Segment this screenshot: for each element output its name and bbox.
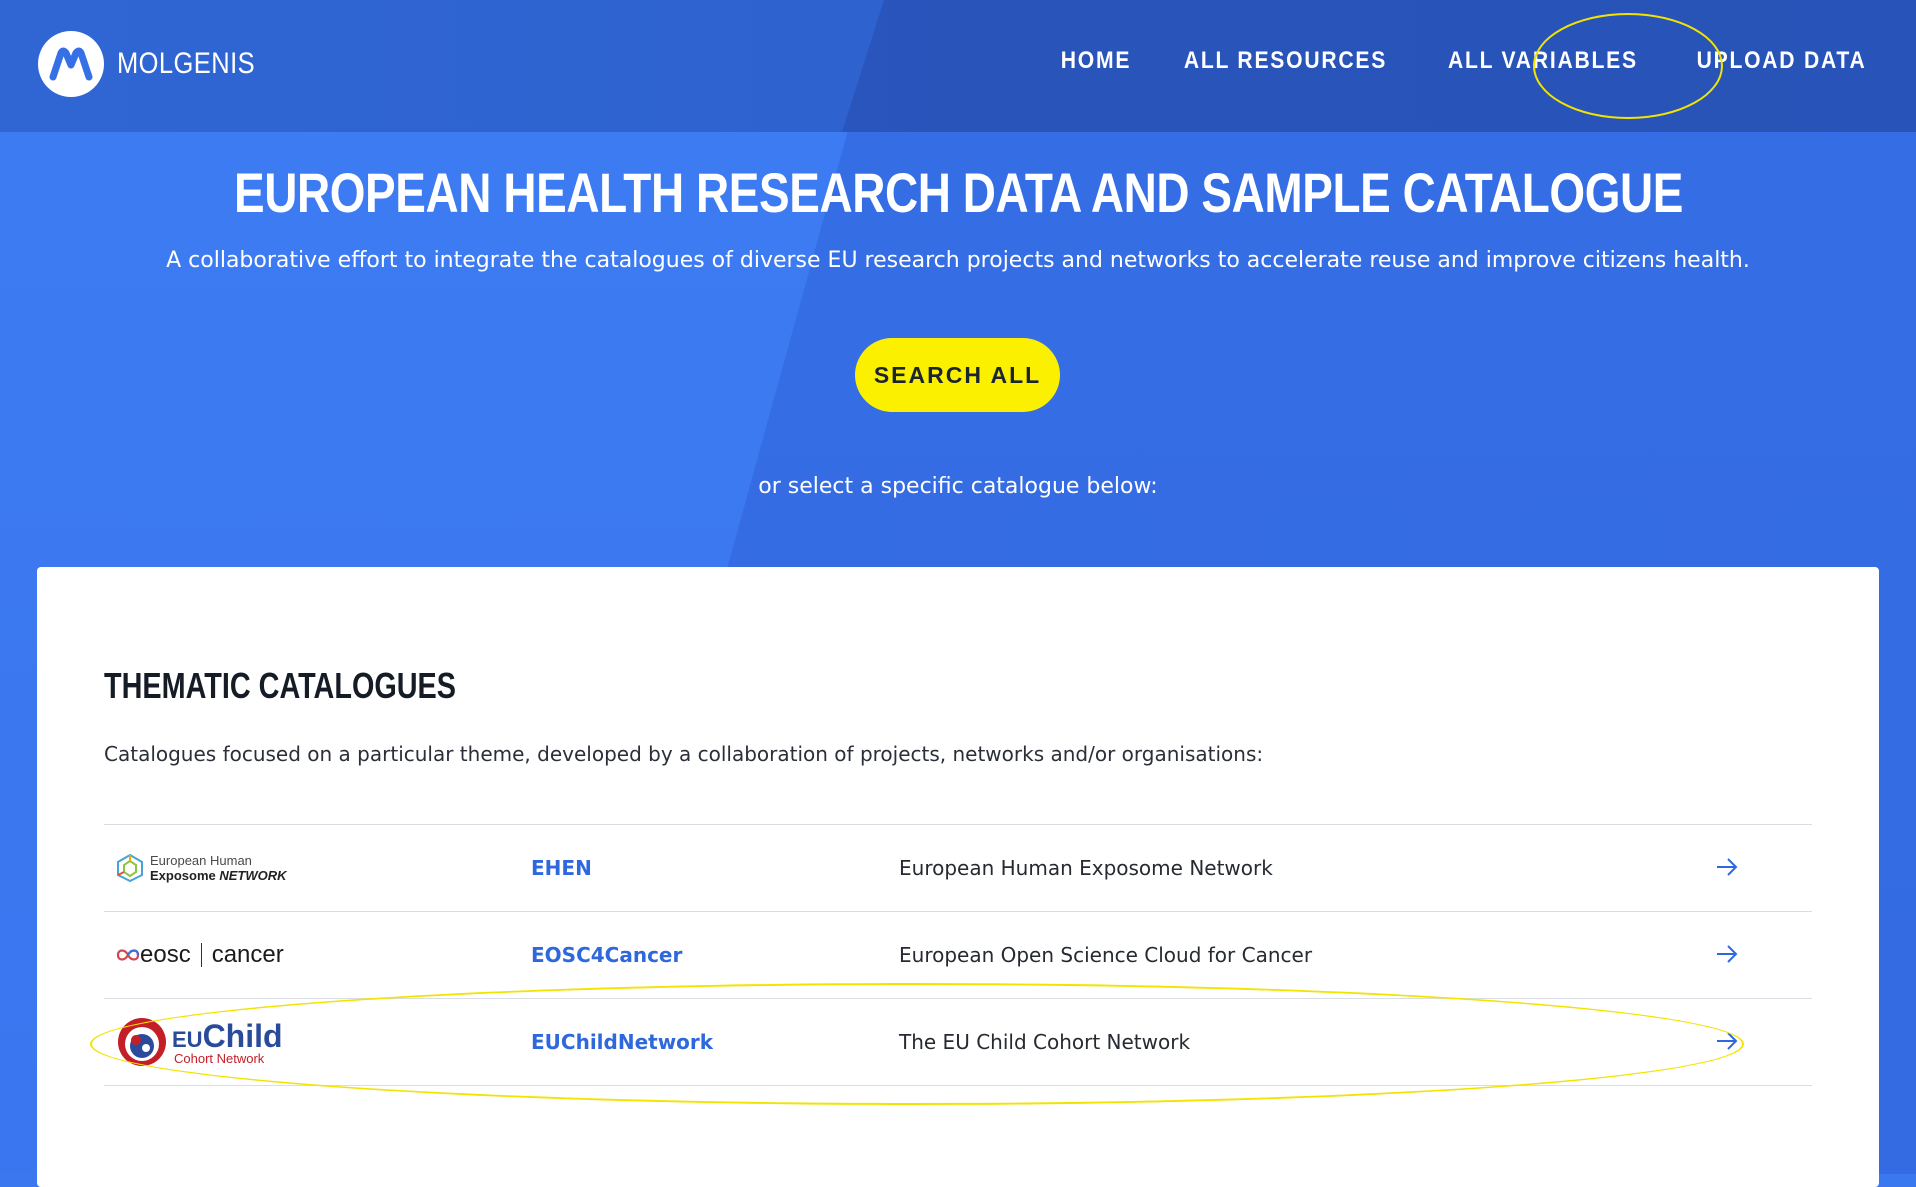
ehen-hexagon-icon: [117, 853, 143, 883]
ehen-logo-line2b: NETWORK: [219, 868, 287, 883]
search-all-button[interactable]: SEARCH ALL: [855, 338, 1060, 412]
table-row[interactable]: European Human Exposome NETWORK EHEN Eur…: [104, 824, 1812, 911]
page-subtitle: A collaborative effort to integrate the …: [166, 248, 1750, 273]
select-catalogue-text: or select a specific catalogue below:: [758, 474, 1158, 499]
catalogue-name: European Open Science Cloud for Cancer: [899, 943, 1313, 967]
page-title-text: EUROPEAN HEALTH RESEARCH DATA AND SAMPLE…: [233, 161, 1683, 224]
logo-text: MOLGENIS: [117, 47, 256, 80]
nav-home[interactable]: HOME: [1061, 47, 1131, 75]
infinity-icon: [116, 949, 140, 961]
arrow-right-icon[interactable]: [1712, 852, 1742, 882]
catalogue-code-link[interactable]: EHEN: [531, 856, 592, 880]
ehen-logo-line1: European Human: [150, 853, 252, 868]
page-title: EUROPEAN HEALTH RESEARCH DATA AND SAMPLE…: [0, 160, 1916, 225]
catalogue-code-link[interactable]: EOSC4Cancer: [531, 943, 682, 967]
eosc-logo-right: cancer: [211, 941, 284, 968]
catalogue-name: European Human Exposome Network: [899, 856, 1273, 880]
arrow-right-icon[interactable]: [1712, 939, 1742, 969]
eosc-cancer-logo: eosc cancer: [116, 912, 284, 998]
ehen-logo: European Human Exposome NETWORK: [116, 825, 287, 911]
section-description: Catalogues focused on a particular theme…: [104, 742, 1264, 766]
highlight-annotation-nav: [1533, 13, 1723, 119]
eosc-logo-left: eosc: [140, 941, 191, 968]
ehen-logo-line2a: Exposome: [150, 868, 220, 883]
main-nav: HOME ALL RESOURCES ALL VARIABLES UPLOAD …: [1022, 47, 1878, 75]
molgenis-logo[interactable]: MOLGENIS: [38, 31, 279, 97]
logo-separator: [200, 943, 202, 967]
molgenis-logo-icon: [38, 31, 104, 97]
section-title: THEMATIC CATALOGUES: [104, 665, 544, 707]
section-title-text: THEMATIC CATALOGUES: [104, 665, 456, 706]
highlight-annotation-row: [90, 983, 1744, 1105]
nav-all-resources[interactable]: ALL RESOURCES: [1184, 47, 1387, 75]
